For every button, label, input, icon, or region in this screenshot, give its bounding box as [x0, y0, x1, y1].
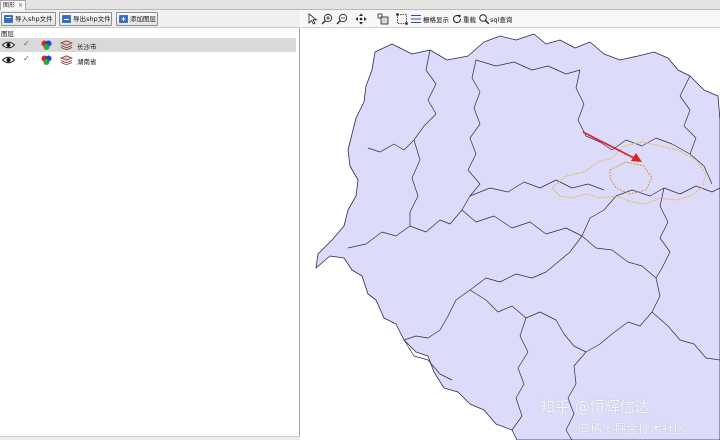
layers-header: 图层 [1, 30, 14, 38]
layer-name: 湖南省 [77, 58, 97, 66]
full-extent-icon[interactable] [377, 13, 389, 25]
export-shp-label: 导出shp文件 [73, 15, 111, 23]
import-shp-button[interactable]: 导入shp文件 [1, 12, 56, 26]
eye-icon[interactable] [2, 41, 15, 49]
layer-row-changsha[interactable]: ✓ 长沙市 [0, 38, 296, 52]
watermark-zhihu: 知乎 @恒辉信达 [540, 398, 650, 416]
checkmark-icon[interactable]: ✓ [23, 54, 30, 63]
pan-icon[interactable] [355, 13, 367, 25]
import-shp-label: 导入shp文件 [15, 15, 53, 23]
horizontal-scrollbar[interactable] [0, 436, 300, 440]
layer-toolbar: 导入shp文件 导出shp文件 添加图层 [0, 10, 300, 28]
eye-icon[interactable] [2, 56, 15, 64]
map-toolbar: 栅格显示 重载 sql查询 [301, 10, 720, 28]
hunan-map [315, 33, 720, 440]
export-shp-button[interactable]: 导出shp文件 [59, 12, 112, 26]
add-layer-button[interactable]: 添加图层 [116, 12, 158, 26]
sql-query-label[interactable]: sql查询 [490, 14, 512, 24]
select-box-icon[interactable] [396, 13, 408, 25]
province-outline [315, 33, 720, 440]
layer-icon [60, 55, 73, 65]
reload-icon[interactable] [451, 13, 463, 25]
zoom-in-icon[interactable] [321, 13, 333, 25]
layer-name: 长沙市 [77, 43, 97, 51]
pointer-tool-icon[interactable] [307, 13, 319, 25]
color-icon[interactable] [41, 40, 52, 50]
tab-strip: 图形 × [0, 0, 720, 10]
checkmark-icon[interactable]: ✓ [23, 39, 30, 48]
grid-icon[interactable] [410, 13, 422, 25]
tab-label: 图形 [3, 2, 16, 9]
map-canvas[interactable] [301, 28, 720, 440]
export-icon [62, 15, 71, 23]
layer-icon [60, 40, 73, 50]
add-layer-label: 添加图层 [130, 15, 156, 23]
add-layer-icon [119, 15, 128, 23]
tab-map[interactable]: 图形 × [0, 0, 26, 10]
grid-show-label[interactable]: 栅格显示 [423, 14, 449, 24]
layer-row-hunan[interactable]: ✓ 湖南省 [0, 53, 296, 67]
color-icon[interactable] [41, 55, 52, 65]
import-icon [4, 15, 13, 23]
search-icon[interactable] [478, 13, 490, 25]
zoom-out-icon[interactable] [336, 13, 348, 25]
layer-panel: 导入shp文件 导出shp文件 添加图层 图层 ✓ 长沙市 ✓ 湖南省 [0, 10, 300, 440]
close-icon[interactable]: × [18, 2, 23, 9]
watermark-juejin: @稀土掘金技术社区 [578, 422, 687, 436]
reload-label[interactable]: 重载 [463, 14, 476, 24]
